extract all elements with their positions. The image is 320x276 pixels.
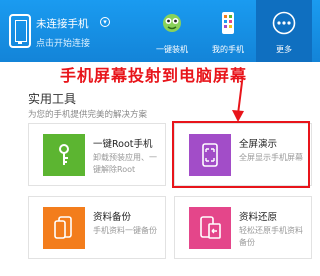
phone-grid-icon — [222, 12, 234, 34]
tool-title: 资料还原 — [239, 212, 278, 223]
nav-label: 更多 — [276, 45, 292, 54]
nav-my-phone[interactable]: 我的手机 — [200, 0, 256, 62]
restore-icon — [189, 207, 231, 249]
tool-title: 全屏演示 — [239, 139, 278, 150]
connection-status[interactable]: 未连接手机 — [36, 16, 89, 31]
phone-icon[interactable] — [9, 14, 31, 48]
chevron-down-icon[interactable]: ▾ — [100, 17, 110, 27]
backup-icon — [43, 207, 85, 249]
tool-card-restore[interactable]: 资料还原 轻松还原手机资料备份 — [174, 196, 312, 259]
tool-title: 资料备份 — [93, 212, 132, 223]
tool-description: 全屏显示手机屏幕 — [239, 153, 303, 162]
section-subtitle: 为您的手机提供完美的解决方案 — [28, 110, 148, 120]
tool-card-fullscreen[interactable]: 全屏演示 全屏显示手机屏幕 — [174, 123, 312, 186]
annotation-caption: 手机屏幕投射到电脑屏幕 — [60, 66, 248, 85]
tool-card-backup[interactable]: 资料备份 手机资料一键备份 — [28, 196, 166, 259]
nav-label: 一键装机 — [156, 45, 188, 54]
robot-icon — [163, 14, 181, 32]
key-icon — [43, 134, 85, 176]
top-header: 未连接手机 ▾ 点击开始连接 一键装机 我的手机 更多 — [0, 0, 320, 62]
nav-more[interactable]: 更多 — [256, 0, 312, 62]
tool-description: 手机资料一键备份 — [93, 226, 157, 235]
nav-label: 我的手机 — [212, 45, 244, 54]
section-title: 实用工具 — [28, 92, 77, 106]
nav-one-click-install[interactable]: 一键装机 — [144, 0, 200, 62]
tool-title: 一键Root手机 — [93, 139, 153, 150]
fullscreen-icon — [189, 134, 231, 176]
tool-card-root[interactable]: 一键Root手机 卸载预装应用、一键解除Root — [28, 123, 166, 186]
connect-link[interactable]: 点击开始连接 — [36, 36, 90, 49]
more-dots-icon — [272, 11, 296, 35]
tool-description: 卸载预装应用、一键解除Root — [93, 153, 157, 174]
tool-description: 轻松还原手机资料备份 — [239, 226, 303, 247]
annotation-arrow-icon — [232, 81, 244, 122]
